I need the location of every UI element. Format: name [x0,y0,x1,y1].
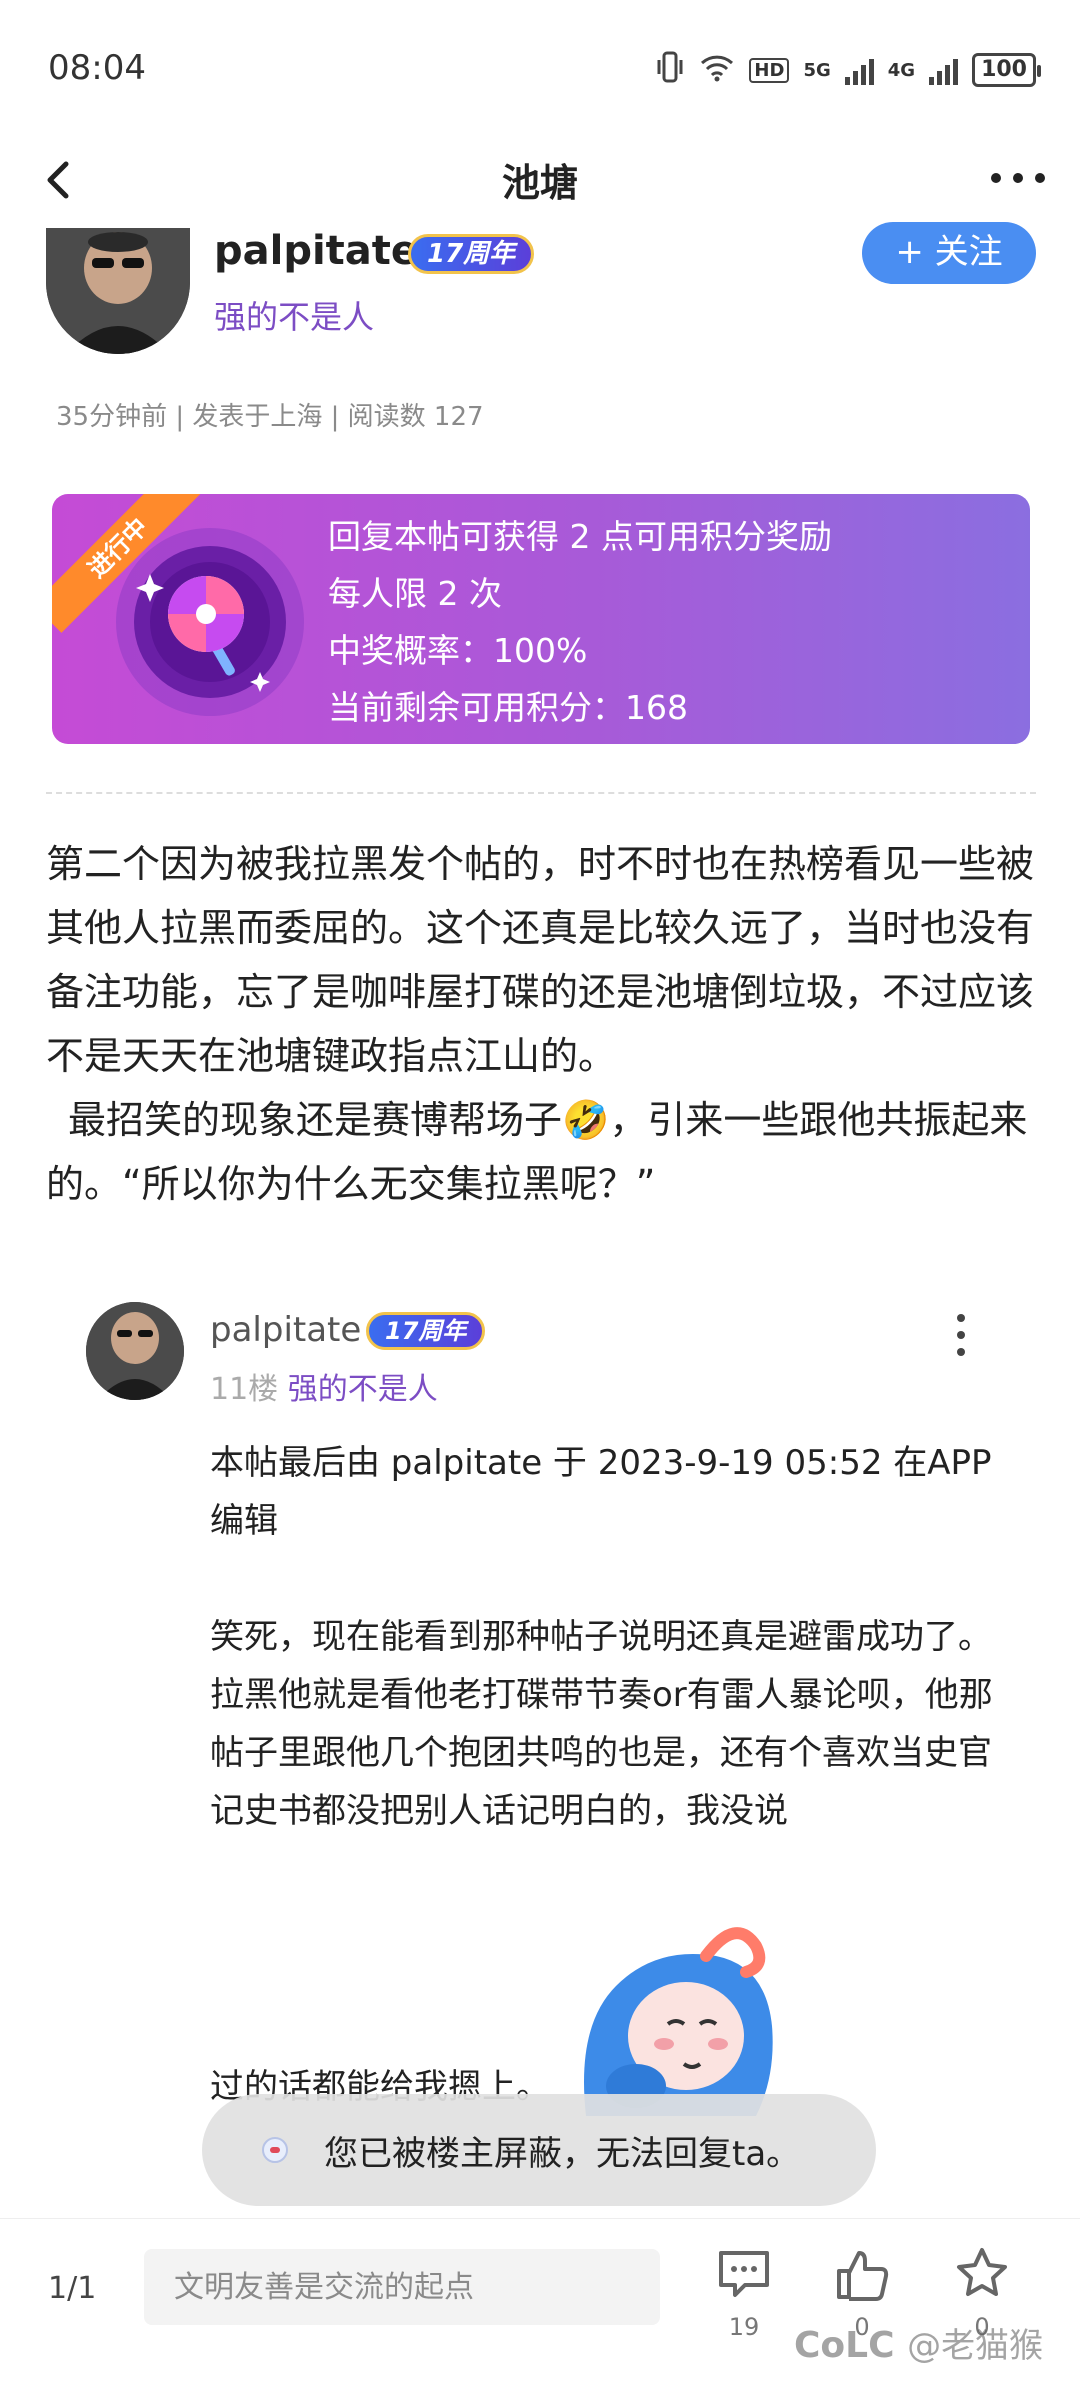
star-icon [957,2248,1007,2296]
reply-line [210,1550,1010,1608]
signal-icon-2 [929,55,959,85]
reward-line-2: 每人限 2 次 [328,574,502,613]
divider [46,792,1036,794]
comment-button[interactable]: 19 [704,2245,784,2341]
reward-line-4: 当前剩余可用积分：168 [328,688,688,727]
reply-body: 本帖最后由 palpitate 于 2023-9-19 05:52 在APP 编… [210,1434,1010,1840]
post-meta: 35分钟前 | 发表于上海 | 阅读数 127 [56,402,484,432]
thumbs-up-icon [837,2251,889,2301]
network-5g: 5G [803,59,831,81]
page-title: 池塘 [501,161,578,205]
reply-avatar[interactable] [86,1302,184,1400]
reward-line-1: 回复本帖可获得 2 点可用积分奖励 [328,517,832,556]
nav-bar: 池塘 [0,130,1080,230]
reply-line: 本帖最后由 palpitate 于 2023-9-19 05:52 在APP 编… [210,1443,992,1541]
watermark: CoLC @老猫猴 [794,2318,1043,2367]
anniversary-badge: 17周年 [408,234,535,274]
reply-author-title: 强的不是人 [287,1372,438,1407]
kebab-menu-icon[interactable] [946,1310,976,1360]
battery-icon: 100 [972,53,1041,87]
toast-message: 您已被楼主屏蔽，无法回复ta。 [202,2094,876,2206]
vibrate-icon [655,50,685,90]
reply-line: 拉黑他就是看他老打碟带节奏or有雷人暴论呗，他那帖子里跟他几个抱团共鸣的也是，还… [210,1675,993,1831]
lollipop-icon [110,522,310,722]
network-4g: 4G [887,59,916,81]
reply-line: 笑死，现在能看到那种帖子说明还真是避雷成功了。 [210,1617,992,1657]
reward-card: 进行中 回复本帖可获得 2 点可用积分奖励 每人限 2 次 中奖概率：100% … [52,494,1030,744]
reply-author-name[interactable]: palpitate [210,1310,361,1350]
reply-floor: 11楼 强的不是人 [210,1364,438,1408]
floor-number: 11楼 [210,1372,279,1407]
page-indicator[interactable]: 1/1 [48,2271,96,2306]
app-icon [262,2137,288,2163]
status-icons: HD 5G 4G 100 [655,50,1041,90]
hd-badge: HD [749,57,790,83]
status-time: 08:04 [48,48,146,88]
reward-line-3: 中奖概率：100% [328,631,588,670]
post-body: 第二个因为被我拉黑发个帖的，时不时也在热榜看见一些被其他人拉黑而委屈的。这个还真… [46,832,1036,1216]
comment-icon [719,2251,769,2297]
follow-button[interactable]: + 关注 [862,222,1036,284]
post-paragraph: 最招笑的现象还是赛博帮场子🤣，引来一些跟他共振起来的。“所以你为什么无交集拉黑呢… [46,1098,1028,1206]
toast-text: 您已被楼主屏蔽，无法回复ta。 [324,2133,801,2174]
more-icon[interactable] [986,158,1050,198]
post-paragraph: 第二个因为被我拉黑发个帖的，时不时也在热榜看见一些被其他人拉黑而委屈的。这个还真… [46,842,1035,1078]
wifi-icon [699,52,735,88]
watermark-logo: CoLC [794,2325,895,2366]
author-avatar[interactable] [46,228,190,354]
anniversary-badge: 17周年 [366,1312,486,1350]
signal-icon-1 [844,55,874,85]
watermark-text: @老猫猴 [907,2326,1044,2366]
author-name[interactable]: palpitate [214,228,418,274]
status-bar: 08:04 HD 5G 4G 100 [0,0,1080,140]
comment-input[interactable] [144,2249,660,2325]
reward-info: 回复本帖可获得 2 点可用积分奖励 每人限 2 次 中奖概率：100% 当前剩余… [328,508,832,736]
author-title: 强的不是人 [214,298,375,336]
comment-count: 19 [728,2313,760,2341]
